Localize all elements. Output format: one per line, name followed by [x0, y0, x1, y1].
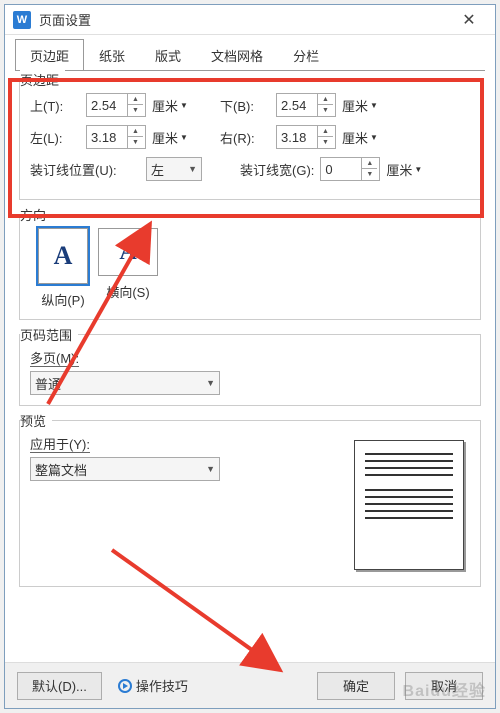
- landscape-icon: A: [98, 228, 158, 276]
- unit-right[interactable]: 厘米▼: [342, 128, 386, 147]
- tab-bar: 页边距 纸张 版式 文档网格 分栏: [15, 39, 485, 71]
- tips-link[interactable]: 操作技巧: [118, 676, 188, 695]
- orientation-legend: 方向: [20, 205, 52, 224]
- input-top-field[interactable]: [87, 98, 127, 113]
- chevron-down-icon: ▼: [414, 165, 422, 174]
- chevron-down-icon: ▼: [188, 164, 197, 174]
- margins-group: 页边距 上(T): ▲▼ 厘米▼ 下(B): ▲▼ 厘米▼ 左(L): ▲▼ 厘…: [19, 79, 481, 200]
- preview-thumbnail: [354, 440, 464, 570]
- tab-layout[interactable]: 版式: [140, 39, 196, 71]
- combo-apply-to[interactable]: 整篇文档▼: [30, 457, 220, 481]
- chevron-down-icon: ▼: [370, 133, 378, 142]
- combo-gutter-pos[interactable]: 左▼: [146, 157, 202, 181]
- label-left: 左(L):: [30, 128, 80, 147]
- chevron-down-icon: ▼: [180, 101, 188, 110]
- unit-gutter-w[interactable]: 厘米▼: [386, 160, 430, 179]
- chevron-down-icon: ▼: [370, 101, 378, 110]
- margins-legend: 页边距: [20, 70, 65, 89]
- label-gutter-pos: 装订线位置(U):: [30, 160, 140, 179]
- page-range-group: 页码范围 多页(M): 普通▼: [19, 334, 481, 406]
- input-bottom[interactable]: ▲▼: [276, 93, 336, 117]
- tab-margins[interactable]: 页边距: [15, 39, 84, 71]
- orientation-group: 方向 A 纵向(P) A 横向(S): [19, 214, 481, 320]
- label-top: 上(T):: [30, 96, 80, 115]
- spin-down-icon[interactable]: ▼: [318, 137, 333, 148]
- play-icon: [118, 679, 132, 693]
- tab-columns[interactable]: 分栏: [278, 39, 334, 71]
- spin-up-icon[interactable]: ▲: [318, 126, 333, 137]
- multi-pages-label: 多页(M):: [30, 351, 79, 367]
- chevron-down-icon: ▼: [206, 464, 215, 474]
- unit-top[interactable]: 厘米▼: [152, 96, 196, 115]
- preview-legend: 预览: [20, 411, 52, 430]
- input-left[interactable]: ▲▼: [86, 125, 146, 149]
- dialog-title: 页面设置: [39, 10, 451, 29]
- page-range-legend: 页码范围: [20, 325, 78, 344]
- unit-left[interactable]: 厘米▼: [152, 128, 196, 147]
- input-right-field[interactable]: [277, 130, 317, 145]
- label-right: 右(R):: [220, 128, 270, 147]
- combo-multi-pages[interactable]: 普通▼: [30, 371, 220, 395]
- input-bottom-field[interactable]: [277, 98, 317, 113]
- tab-grid[interactable]: 文档网格: [196, 39, 278, 71]
- input-top[interactable]: ▲▼: [86, 93, 146, 117]
- chevron-down-icon: ▼: [180, 133, 188, 142]
- spin-down-icon[interactable]: ▼: [128, 105, 143, 116]
- titlebar: W 页面设置 ✕: [5, 5, 495, 35]
- portrait-icon: A: [38, 228, 88, 284]
- label-gutter-w: 装订线宽(G):: [240, 160, 314, 179]
- unit-bottom[interactable]: 厘米▼: [342, 96, 386, 115]
- input-left-field[interactable]: [87, 130, 127, 145]
- tab-paper[interactable]: 纸张: [84, 39, 140, 71]
- landscape-option[interactable]: A 横向(S): [98, 228, 158, 309]
- chevron-down-icon: ▼: [206, 378, 215, 388]
- default-button[interactable]: 默认(D)...: [17, 672, 102, 700]
- spin-down-icon[interactable]: ▼: [318, 105, 333, 116]
- spin-up-icon[interactable]: ▲: [128, 126, 143, 137]
- close-button[interactable]: ✕: [451, 6, 487, 34]
- spin-up-icon[interactable]: ▲: [318, 94, 333, 105]
- spin-up-icon[interactable]: ▲: [128, 94, 143, 105]
- input-right[interactable]: ▲▼: [276, 125, 336, 149]
- wps-icon: W: [13, 11, 31, 29]
- label-bottom: 下(B):: [220, 96, 270, 115]
- apply-to-label: 应用于(Y):: [30, 437, 90, 453]
- input-gutter-w[interactable]: ▲▼: [320, 157, 380, 181]
- spin-up-icon[interactable]: ▲: [362, 158, 377, 169]
- preview-group: 预览 应用于(Y): 整篇文档▼: [19, 420, 481, 587]
- spin-down-icon[interactable]: ▼: [128, 137, 143, 148]
- spin-down-icon[interactable]: ▼: [362, 169, 377, 180]
- input-gutter-w-field[interactable]: [321, 162, 361, 177]
- portrait-option[interactable]: A 纵向(P): [38, 228, 88, 309]
- page-setup-dialog: W 页面设置 ✕ 页边距 纸张 版式 文档网格 分栏 页边距 上(T): ▲▼ …: [4, 4, 496, 709]
- watermark: Baidu经验: [403, 677, 486, 701]
- ok-button[interactable]: 确定: [317, 672, 395, 700]
